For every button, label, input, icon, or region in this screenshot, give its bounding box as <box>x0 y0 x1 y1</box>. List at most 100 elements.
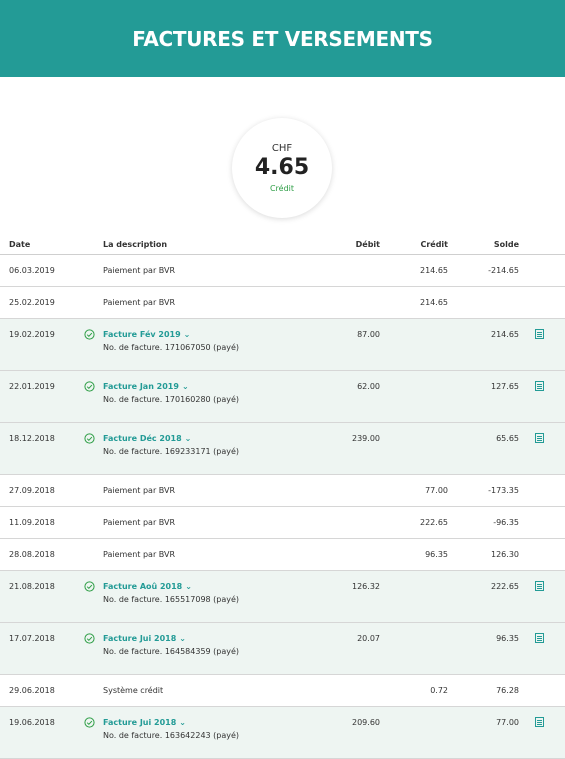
row-solde: 126.30 <box>491 550 519 559</box>
row-solde: 214.65 <box>491 330 519 339</box>
invoice-row[interactable]: 19.06.2018 Facture Jui 2018 ⌄ No. de factur… <box>0 707 565 759</box>
invoice-title-link[interactable]: Facture Jui 2018 ⌄ <box>103 634 186 643</box>
row-solde: 77.00 <box>496 718 519 727</box>
row-debit: 209.60 <box>352 718 380 727</box>
row-credit: 77.00 <box>425 486 448 495</box>
row-description: Paiement par BVR <box>103 550 176 559</box>
balance-area: CHF 4.65 Crédit <box>0 77 565 235</box>
invoice-title-link[interactable]: Facture Déc 2018 ⌄ <box>103 434 191 443</box>
row-debit: 239.00 <box>352 434 380 443</box>
document-icon[interactable] <box>535 633 544 643</box>
transactions-table: Date La description Débit Crédit Solde 0… <box>0 235 565 759</box>
row-solde: 76.28 <box>496 686 519 695</box>
paid-check-icon <box>84 433 95 444</box>
invoice-description: Facture Jan 2019 ⌄ No. de facture. 1701602… <box>103 381 239 406</box>
invoice-title-link[interactable]: Facture Jan 2019 ⌄ <box>103 382 189 391</box>
table-body: 06.03.2019 Paiement par BVR 214.65 -214.65 2… <box>0 255 565 759</box>
payment-row: 11.09.2018 Paiement par BVR 222.65 -96.35 <box>0 507 565 539</box>
chevron-down-icon[interactable]: ⌄ <box>182 382 189 391</box>
column-header-debit: Débit <box>355 240 380 249</box>
payment-row: 28.08.2018 Paiement par BVR 96.35 126.30 <box>0 539 565 571</box>
row-solde: -173.35 <box>488 486 519 495</box>
invoice-number: No. de facture. 164584359 (payé) <box>103 647 240 656</box>
payment-row: 27.09.2018 Paiement par BVR 77.00 -173.35 <box>0 475 565 507</box>
page-header: FACTURES ET VERSEMENTS <box>0 0 565 77</box>
row-credit: 222.65 <box>420 518 448 527</box>
invoice-title: Facture Déc 2018 <box>103 434 182 443</box>
row-date: 18.12.2018 <box>9 434 55 443</box>
row-solde: 127.65 <box>491 382 519 391</box>
row-debit: 126.32 <box>352 582 380 591</box>
chevron-down-icon[interactable]: ⌄ <box>179 718 186 727</box>
document-icon[interactable] <box>535 381 544 391</box>
payment-row: 29.06.2018 Système crédit 0.72 76.28 <box>0 675 565 707</box>
invoice-title-link[interactable]: Facture Fév 2019 ⌄ <box>103 330 190 339</box>
document-icon[interactable] <box>535 581 544 591</box>
paid-check-icon <box>84 581 95 592</box>
row-description: Paiement par BVR <box>103 486 176 495</box>
row-date: 11.09.2018 <box>9 518 55 527</box>
row-date: 29.06.2018 <box>9 686 55 695</box>
balance-status-label: Crédit <box>269 183 295 193</box>
column-header-solde: Solde <box>493 240 519 249</box>
row-date: 17.07.2018 <box>9 634 55 643</box>
balance-amount: 4.65 <box>254 155 310 181</box>
invoice-description: Facture Jui 2018 ⌄ No. de facture. 1636422… <box>103 717 239 742</box>
row-credit: 214.65 <box>420 298 448 307</box>
paid-check-icon <box>84 717 95 728</box>
column-header-date: Date <box>9 240 31 249</box>
row-description: Système crédit <box>103 686 164 695</box>
invoice-description: Facture Déc 2018 ⌄ No. de facture. 1692331… <box>103 433 239 458</box>
payment-row: 06.03.2019 Paiement par BVR 214.65 -214.65 <box>0 255 565 287</box>
invoice-title: Facture Fév 2019 <box>103 330 181 339</box>
page-title: FACTURES ET VERSEMENTS <box>132 26 433 51</box>
invoice-title-link[interactable]: Facture Jui 2018 ⌄ <box>103 718 186 727</box>
paid-check-icon <box>84 381 95 392</box>
row-credit: 214.65 <box>420 266 448 275</box>
chevron-down-icon[interactable]: ⌄ <box>179 634 186 643</box>
row-date: 25.02.2019 <box>9 298 55 307</box>
row-debit: 62.00 <box>357 382 380 391</box>
column-header-credit: Crédit <box>420 240 448 249</box>
invoice-title: Facture Aoû 2018 <box>103 582 183 591</box>
chevron-down-icon[interactable]: ⌄ <box>185 434 192 443</box>
row-date: 06.03.2019 <box>9 266 55 275</box>
invoice-row[interactable]: 21.08.2018 Facture Aoû 2018 ⌄ No. de factur… <box>0 571 565 623</box>
payment-row: 25.02.2019 Paiement par BVR 214.65 <box>0 287 565 319</box>
invoice-row[interactable]: 17.07.2018 Facture Jui 2018 ⌄ No. de factur… <box>0 623 565 675</box>
row-description: Paiement par BVR <box>103 298 176 307</box>
document-icon[interactable] <box>535 433 544 443</box>
document-icon[interactable] <box>535 717 544 727</box>
row-date: 27.09.2018 <box>9 486 55 495</box>
invoice-number: No. de facture. 171067050 (payé) <box>103 343 240 352</box>
row-debit: 87.00 <box>357 330 380 339</box>
row-date: 21.08.2018 <box>9 582 55 591</box>
chevron-down-icon[interactable]: ⌄ <box>184 330 191 339</box>
row-solde: 65.65 <box>496 434 519 443</box>
invoice-title-link[interactable]: Facture Aoû 2018 ⌄ <box>103 582 192 591</box>
row-debit: 20.07 <box>357 634 380 643</box>
row-date: 22.01.2019 <box>9 382 55 391</box>
row-date: 19.06.2018 <box>9 718 55 727</box>
invoice-number: No. de facture. 165517098 (payé) <box>103 595 240 604</box>
table-header-row: Date La description Débit Crédit Solde <box>0 235 565 255</box>
invoice-row[interactable]: 19.02.2019 Facture Fév 2019 ⌄ No. de factur… <box>0 319 565 371</box>
invoice-number: No. de facture. 163642243 (payé) <box>103 731 240 740</box>
document-icon[interactable] <box>535 329 544 339</box>
column-header-description: La description <box>103 240 168 249</box>
invoice-row[interactable]: 18.12.2018 Facture Déc 2018 ⌄ No. de factur… <box>0 423 565 475</box>
row-description: Paiement par BVR <box>103 518 176 527</box>
row-description: Paiement par BVR <box>103 266 176 275</box>
invoice-title: Facture Jan 2019 <box>103 382 179 391</box>
invoice-description: Facture Jui 2018 ⌄ No. de facture. 1645843… <box>103 633 239 658</box>
row-date: 19.02.2019 <box>9 330 55 339</box>
invoice-description: Facture Fév 2019 ⌄ No. de facture. 1710670… <box>103 329 239 354</box>
invoice-number: No. de facture. 170160280 (payé) <box>103 395 240 404</box>
row-solde: -214.65 <box>488 266 519 275</box>
invoice-row[interactable]: 22.01.2019 Facture Jan 2019 ⌄ No. de factur… <box>0 371 565 423</box>
chevron-down-icon[interactable]: ⌄ <box>185 582 192 591</box>
paid-check-icon <box>84 329 95 340</box>
invoice-title: Facture Jui 2018 <box>103 718 177 727</box>
row-credit: 96.35 <box>425 550 448 559</box>
invoice-title: Facture Jui 2018 <box>103 634 177 643</box>
